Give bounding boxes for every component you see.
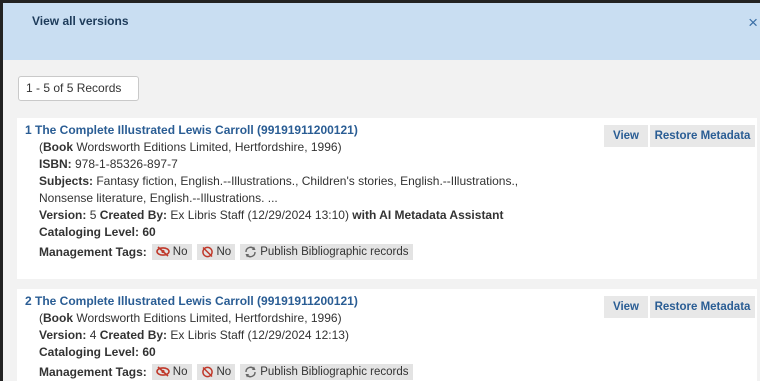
eye-off-icon xyxy=(155,366,170,377)
record-cataloging-level: Cataloging Level: 60 xyxy=(39,225,156,239)
eye-off-icon xyxy=(155,246,170,257)
dialog-title: View all versions xyxy=(32,14,129,28)
management-tags: Management Tags: No No Publish Bibliogra… xyxy=(25,363,757,380)
dialog-header: View all versions × xyxy=(3,3,760,60)
publish-sync-icon xyxy=(245,246,256,257)
tag-suppressed[interactable]: No xyxy=(151,243,192,260)
close-icon[interactable]: × xyxy=(748,14,758,31)
record-title-link[interactable]: 2 The Complete Illustrated Lewis Carroll… xyxy=(25,294,358,308)
record-cataloging-level: Cataloging Level: 60 xyxy=(39,345,156,359)
no-sync-icon xyxy=(201,366,213,377)
publish-sync-icon xyxy=(245,366,256,377)
record-version: Version: 4 Created By: Ex Libris Staff (… xyxy=(39,328,349,342)
management-tags-label: Management Tags: xyxy=(39,244,147,259)
management-tags: Management Tags: No No Publish Bibliogra… xyxy=(25,243,757,260)
records-count: 1 - 5 of 5 Records xyxy=(18,76,139,101)
version-record: 2 The Complete Illustrated Lewis Carroll… xyxy=(17,289,757,381)
view-button[interactable]: View xyxy=(604,296,648,318)
record-isbn: ISBN: 978-1-85326-897-7 xyxy=(39,157,178,171)
record-subjects-continued: Nonsense literature, English.--Illustrat… xyxy=(39,191,278,205)
tag-suppressed[interactable]: No xyxy=(151,363,192,380)
view-button[interactable]: View xyxy=(604,125,648,147)
record-title-link[interactable]: 1 The Complete Illustrated Lewis Carroll… xyxy=(25,123,358,137)
tag-publish[interactable]: Publish Bibliographic records xyxy=(240,363,413,380)
tag-publish[interactable]: Publish Bibliographic records xyxy=(240,243,413,260)
record-subjects: Subjects: Fantasy fiction, English.--Ill… xyxy=(39,174,519,188)
version-record: 1 The Complete Illustrated Lewis Carroll… xyxy=(17,118,757,279)
tag-sync[interactable]: No xyxy=(196,363,236,380)
no-sync-icon xyxy=(201,246,213,257)
record-version: Version: 5 Created By: Ex Libris Staff (… xyxy=(39,208,504,222)
management-tags-label: Management Tags: xyxy=(39,364,147,379)
restore-metadata-button[interactable]: Restore Metadata xyxy=(650,296,755,318)
restore-metadata-button[interactable]: Restore Metadata xyxy=(650,125,755,147)
tag-sync[interactable]: No xyxy=(196,243,236,260)
